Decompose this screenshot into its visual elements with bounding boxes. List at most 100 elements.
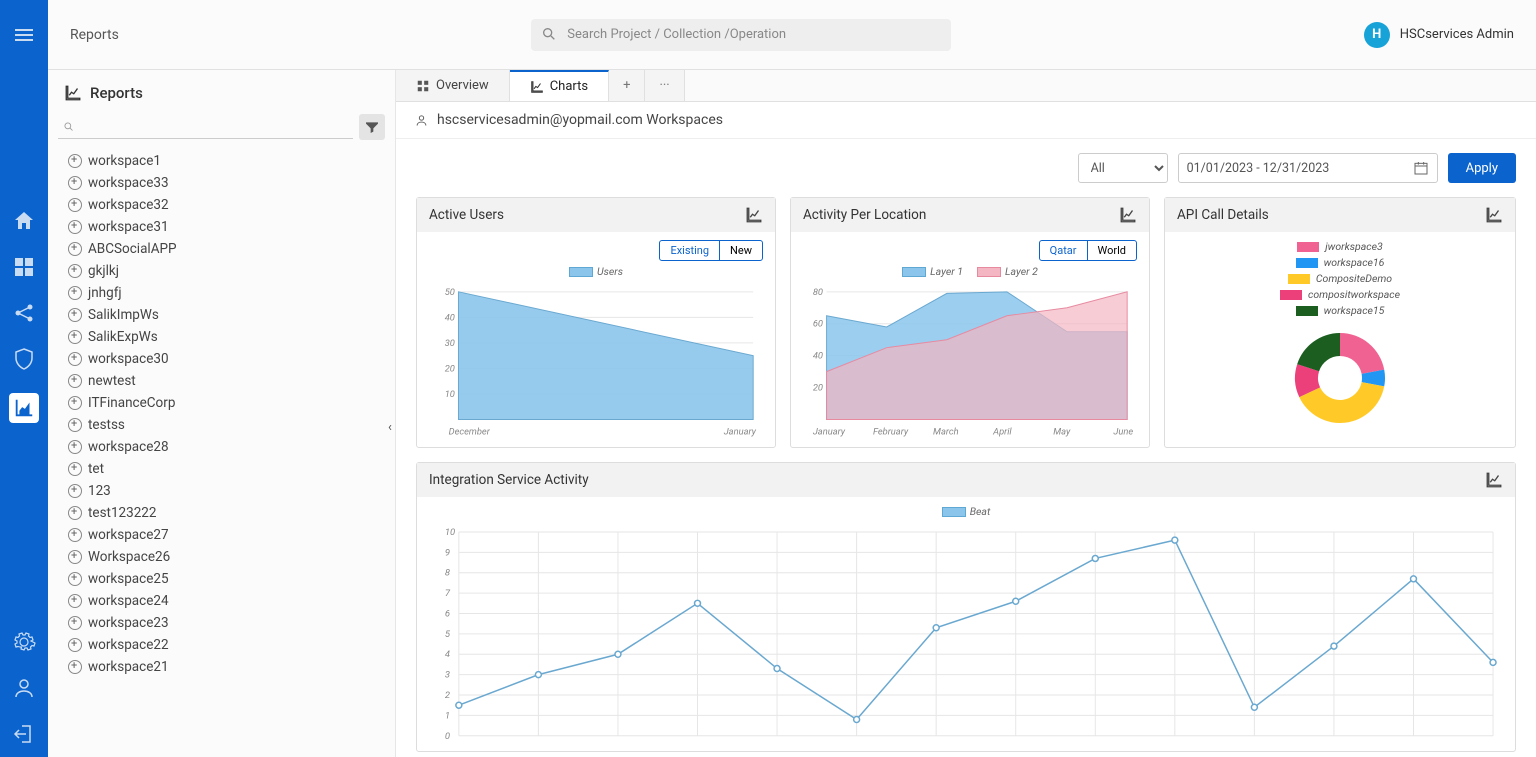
expand-icon[interactable] — [68, 396, 82, 410]
menu-icon[interactable] — [12, 23, 36, 47]
expand-icon[interactable] — [68, 594, 82, 608]
tree-item[interactable]: testss — [64, 414, 395, 436]
expand-icon[interactable] — [68, 352, 82, 366]
tree-item[interactable]: gkjlkj — [64, 260, 395, 282]
tree-item[interactable]: tet — [64, 458, 395, 480]
expand-icon[interactable] — [68, 286, 82, 300]
svg-text:3: 3 — [445, 670, 450, 681]
expand-icon[interactable] — [68, 528, 82, 542]
tree-item[interactable]: jnhgfj — [64, 282, 395, 304]
tree-item[interactable]: workspace23 — [64, 612, 395, 634]
expand-icon[interactable] — [68, 616, 82, 630]
expand-icon[interactable] — [68, 506, 82, 520]
expand-icon[interactable] — [68, 462, 82, 476]
svg-text:10: 10 — [445, 389, 455, 400]
svg-text:4: 4 — [445, 649, 450, 660]
tree-item[interactable]: SalikImpWs — [64, 304, 395, 326]
tree-item[interactable]: workspace30 — [64, 348, 395, 370]
expand-icon[interactable] — [68, 660, 82, 674]
tree-item[interactable]: workspace32 — [64, 194, 395, 216]
tree-item[interactable]: workspace27 — [64, 524, 395, 546]
card-title: Active Users — [429, 207, 504, 223]
share-icon[interactable] — [12, 301, 36, 325]
svg-text:March: March — [933, 426, 959, 437]
expand-icon[interactable] — [68, 374, 82, 388]
user-icon[interactable] — [12, 676, 36, 700]
expand-icon[interactable] — [68, 638, 82, 652]
expand-icon[interactable] — [68, 220, 82, 234]
tree-item[interactable]: workspace33 — [64, 172, 395, 194]
chart-icon[interactable] — [745, 206, 763, 224]
toggle-existing-new[interactable]: Existing New — [659, 240, 763, 261]
tree-item[interactable]: Workspace26 — [64, 546, 395, 568]
scope-select[interactable]: All — [1078, 153, 1168, 183]
search-input[interactable] — [531, 19, 951, 51]
chart-icon[interactable] — [1485, 471, 1503, 489]
tree-item[interactable]: workspace31 — [64, 216, 395, 238]
tree-item[interactable]: ABCSocialAPP — [64, 238, 395, 260]
svg-text:8: 8 — [445, 568, 450, 579]
integration-chart: 012345678910 — [429, 522, 1503, 751]
shield-icon[interactable] — [12, 347, 36, 371]
dashboard-icon — [416, 79, 430, 93]
svg-text:7: 7 — [445, 588, 451, 599]
gear-icon[interactable] — [12, 630, 36, 654]
grid-icon[interactable] — [12, 255, 36, 279]
apply-button[interactable]: Apply — [1448, 153, 1516, 183]
tree-item[interactable]: ITFinanceCorp — [64, 392, 395, 414]
expand-icon[interactable] — [68, 572, 82, 586]
svg-text:June: June — [1113, 426, 1133, 437]
tree-item[interactable]: workspace25 — [64, 568, 395, 590]
expand-icon[interactable] — [68, 418, 82, 432]
nav-rail — [0, 0, 48, 757]
tree-item[interactable]: test123222 — [64, 502, 395, 524]
expand-icon[interactable] — [68, 264, 82, 278]
tab-charts[interactable]: Charts — [510, 70, 609, 101]
tab-add[interactable]: + — [609, 70, 645, 101]
svg-text:January: January — [813, 426, 846, 437]
toggle-qatar-world[interactable]: Qatar World — [1039, 240, 1137, 261]
tree-item[interactable]: workspace22 — [64, 634, 395, 656]
chart-icon[interactable] — [1485, 206, 1503, 224]
expand-icon[interactable] — [68, 308, 82, 322]
card-title: API Call Details — [1177, 207, 1269, 223]
content: Overview Charts + ··· hscservicesadmin@y… — [396, 70, 1536, 757]
reports-icon[interactable] — [9, 393, 39, 423]
tree-item[interactable]: workspace28 — [64, 436, 395, 458]
tab-overview[interactable]: Overview — [396, 70, 510, 101]
search-icon — [541, 26, 557, 42]
tree-item[interactable]: 123 — [64, 480, 395, 502]
expand-icon[interactable] — [68, 198, 82, 212]
svg-text:2: 2 — [445, 690, 450, 701]
filter-button[interactable] — [359, 114, 385, 140]
expand-icon[interactable] — [68, 330, 82, 344]
expand-icon[interactable] — [68, 176, 82, 190]
logout-icon[interactable] — [12, 722, 36, 746]
date-range-input[interactable]: 01/01/2023 - 12/31/2023 — [1178, 153, 1438, 183]
tree-item[interactable]: workspace21 — [64, 656, 395, 678]
breadcrumb: hscservicesadmin@yopmail.com Workspaces — [396, 102, 1536, 139]
svg-text:January: January — [724, 426, 757, 437]
chart-icon[interactable] — [1119, 206, 1137, 224]
svg-text:50: 50 — [445, 287, 455, 298]
expand-icon[interactable] — [68, 242, 82, 256]
expand-icon[interactable] — [68, 484, 82, 498]
expand-icon[interactable] — [68, 440, 82, 454]
sidebar-search-input[interactable] — [58, 115, 353, 139]
user-menu[interactable]: H HSCservices Admin — [1364, 22, 1514, 48]
expand-icon[interactable] — [68, 550, 82, 564]
tab-more[interactable]: ··· — [645, 70, 684, 101]
tree-item[interactable]: workspace24 — [64, 590, 395, 612]
tree-item[interactable]: SalikExpWs — [64, 326, 395, 348]
svg-text:February: February — [873, 426, 909, 437]
card-integration: Integration Service Activity Beat 012345… — [416, 462, 1516, 752]
expand-icon[interactable] — [68, 154, 82, 168]
chart-icon — [530, 80, 544, 94]
sidebar-heading: Reports — [48, 70, 395, 110]
tree-item[interactable]: workspace1 — [64, 150, 395, 172]
collapse-handle[interactable]: ‹ — [388, 420, 400, 440]
home-icon[interactable] — [12, 209, 36, 233]
chart-icon — [64, 84, 82, 102]
tree-item[interactable]: newtest — [64, 370, 395, 392]
user-name: HSCservices Admin — [1400, 27, 1514, 42]
